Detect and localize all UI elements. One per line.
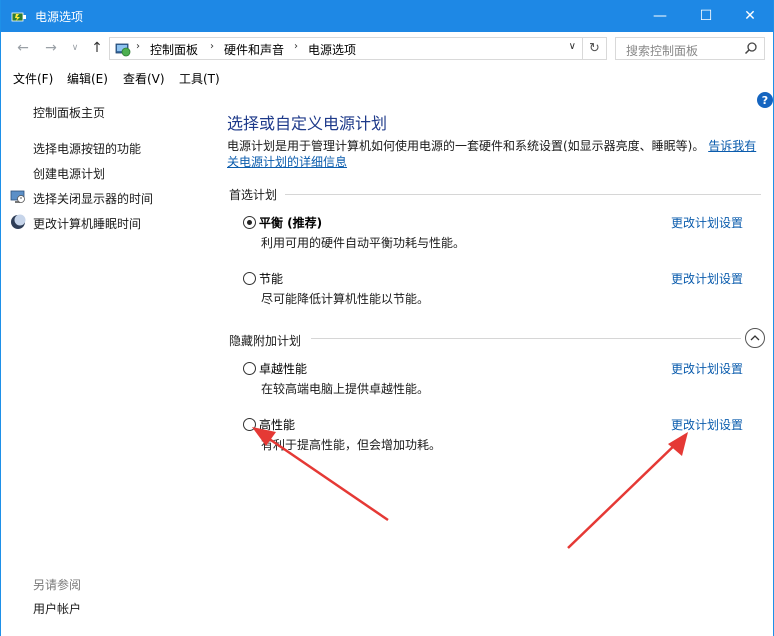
page-description: 电源计划是用于管理计算机如何使用电源的一套硬件和系统设置(如显示器亮度、睡眠等)…	[227, 138, 767, 170]
minimize-button[interactable]: —	[637, 0, 683, 32]
chevron-up-icon	[750, 335, 760, 341]
change-plan-settings-link[interactable]: 更改计划设置	[671, 416, 743, 433]
plan-description: 在较高端电脑上提供卓越性能。	[261, 382, 430, 396]
change-plan-settings-link[interactable]: 更改计划设置	[671, 214, 743, 231]
menu-file[interactable]: 文件(F)	[13, 70, 53, 87]
close-button[interactable]: ✕	[727, 0, 773, 32]
sleep-moon-icon	[11, 214, 26, 229]
sidebar-link-control-panel-home[interactable]: 控制面板主页	[33, 104, 105, 121]
display-monitor-icon	[10, 190, 25, 203]
plan-name[interactable]: 平衡 (推荐)	[259, 214, 322, 231]
sidebar-link-user-accounts[interactable]: 用户帐户	[33, 600, 81, 617]
breadcrumb-separator[interactable]: ›	[294, 41, 298, 52]
preferred-plans-heading: 首选计划	[229, 188, 278, 202]
change-plan-settings-link[interactable]: 更改计划设置	[671, 270, 743, 287]
sidebar-link-display-off-time[interactable]: 选择关闭显示器的时间	[33, 190, 153, 207]
plan-radio-ultimate-performance[interactable]	[243, 362, 256, 375]
plan-description: 有利于提高性能，但会增加功耗。	[261, 438, 442, 452]
page-title: 选择或自定义电源计划	[227, 114, 388, 133]
plan-radio-power-saver[interactable]	[243, 272, 256, 285]
breadcrumb-control-panel[interactable]: 控制面板	[150, 41, 198, 58]
plan-power-saver: 节能 尽可能降低计算机性能以节能。 更改计划设置	[243, 270, 763, 310]
plan-radio-high-performance[interactable]	[243, 418, 256, 431]
plan-name[interactable]: 节能	[259, 270, 283, 287]
plan-name[interactable]: 高性能	[259, 416, 295, 433]
help-icon[interactable]: ?	[757, 92, 773, 108]
maximize-button[interactable]: ☐	[683, 0, 729, 32]
change-plan-settings-link[interactable]: 更改计划设置	[671, 360, 743, 377]
breadcrumb-hardware-sound[interactable]: 硬件和声音	[224, 41, 284, 58]
search-icon[interactable]	[744, 41, 758, 55]
title-bar[interactable]: 电源选项 — ☐ ✕	[1, 0, 773, 32]
plan-balanced: 平衡 (推荐) 利用可用的硬件自动平衡功耗与性能。 更改计划设置	[243, 214, 763, 254]
address-bar[interactable]: › 控制面板 › 硬件和声音 › 电源选项 ∨	[109, 37, 583, 60]
sidebar: 控制面板主页 选择电源按钮的功能 创建电源计划 选择关闭显示器的时间 更改计算机…	[1, 90, 213, 636]
plan-description: 利用可用的硬件自动平衡功耗与性能。	[261, 236, 466, 250]
plan-radio-balanced[interactable]	[243, 216, 256, 229]
plan-name[interactable]: 卓越性能	[259, 360, 307, 377]
plan-ultimate-performance: 卓越性能 在较高端电脑上提供卓越性能。 更改计划设置	[243, 360, 763, 400]
power-options-app-icon	[11, 12, 26, 22]
power-options-window: 电源选项 — ☐ ✕ ← → ∨ ↑ › 控制面板 › 硬件和声音 › 电源选项…	[0, 0, 774, 636]
window-title: 电源选项	[35, 10, 84, 24]
main-content: ? 选择或自定义电源计划 电源计划是用于管理计算机如何使用电源的一套硬件和系统设…	[213, 90, 773, 636]
search-box[interactable]: 搜索控制面板	[615, 37, 765, 60]
control-panel-icon	[115, 43, 131, 57]
hidden-plans-heading: 隐藏附加计划	[229, 334, 302, 348]
collapse-hidden-plans-button[interactable]	[745, 328, 765, 348]
forward-button[interactable]: →	[41, 38, 61, 58]
up-button[interactable]: ↑	[87, 38, 107, 58]
sidebar-link-power-button[interactable]: 选择电源按钮的功能	[33, 140, 141, 157]
breadcrumb-power-options[interactable]: 电源选项	[308, 41, 356, 58]
section-divider	[311, 338, 741, 339]
sidebar-link-create-plan[interactable]: 创建电源计划	[33, 165, 105, 182]
menu-bar: 文件(F) 编辑(E) 查看(V) 工具(T)	[1, 66, 773, 90]
plan-description: 尽可能降低计算机性能以节能。	[261, 292, 430, 306]
refresh-button[interactable]: ↻	[583, 37, 607, 60]
description-text: 电源计划是用于管理计算机如何使用电源的一套硬件和系统设置(如显示器亮度、睡眠等)…	[227, 139, 705, 153]
address-dropdown-chevron-icon[interactable]: ∨	[569, 41, 576, 52]
back-button[interactable]: ←	[13, 38, 33, 58]
plan-high-performance: 高性能 有利于提高性能，但会增加功耗。 更改计划设置	[243, 416, 763, 456]
navigation-bar: ← → ∨ ↑ › 控制面板 › 硬件和声音 › 电源选项 ∨ ↻ 搜索控制面板	[1, 32, 773, 64]
breadcrumb-separator[interactable]: ›	[136, 41, 140, 52]
section-divider	[285, 194, 761, 195]
recent-locations-chevron-icon[interactable]: ∨	[65, 38, 85, 58]
see-also-heading: 另请参阅	[33, 578, 82, 592]
search-placeholder[interactable]: 搜索控制面板	[626, 42, 698, 59]
breadcrumb-separator[interactable]: ›	[210, 41, 214, 52]
sidebar-link-sleep-time[interactable]: 更改计算机睡眠时间	[33, 215, 141, 232]
menu-edit[interactable]: 编辑(E)	[67, 70, 108, 87]
menu-view[interactable]: 查看(V)	[123, 70, 165, 87]
menu-tools[interactable]: 工具(T)	[179, 70, 220, 87]
